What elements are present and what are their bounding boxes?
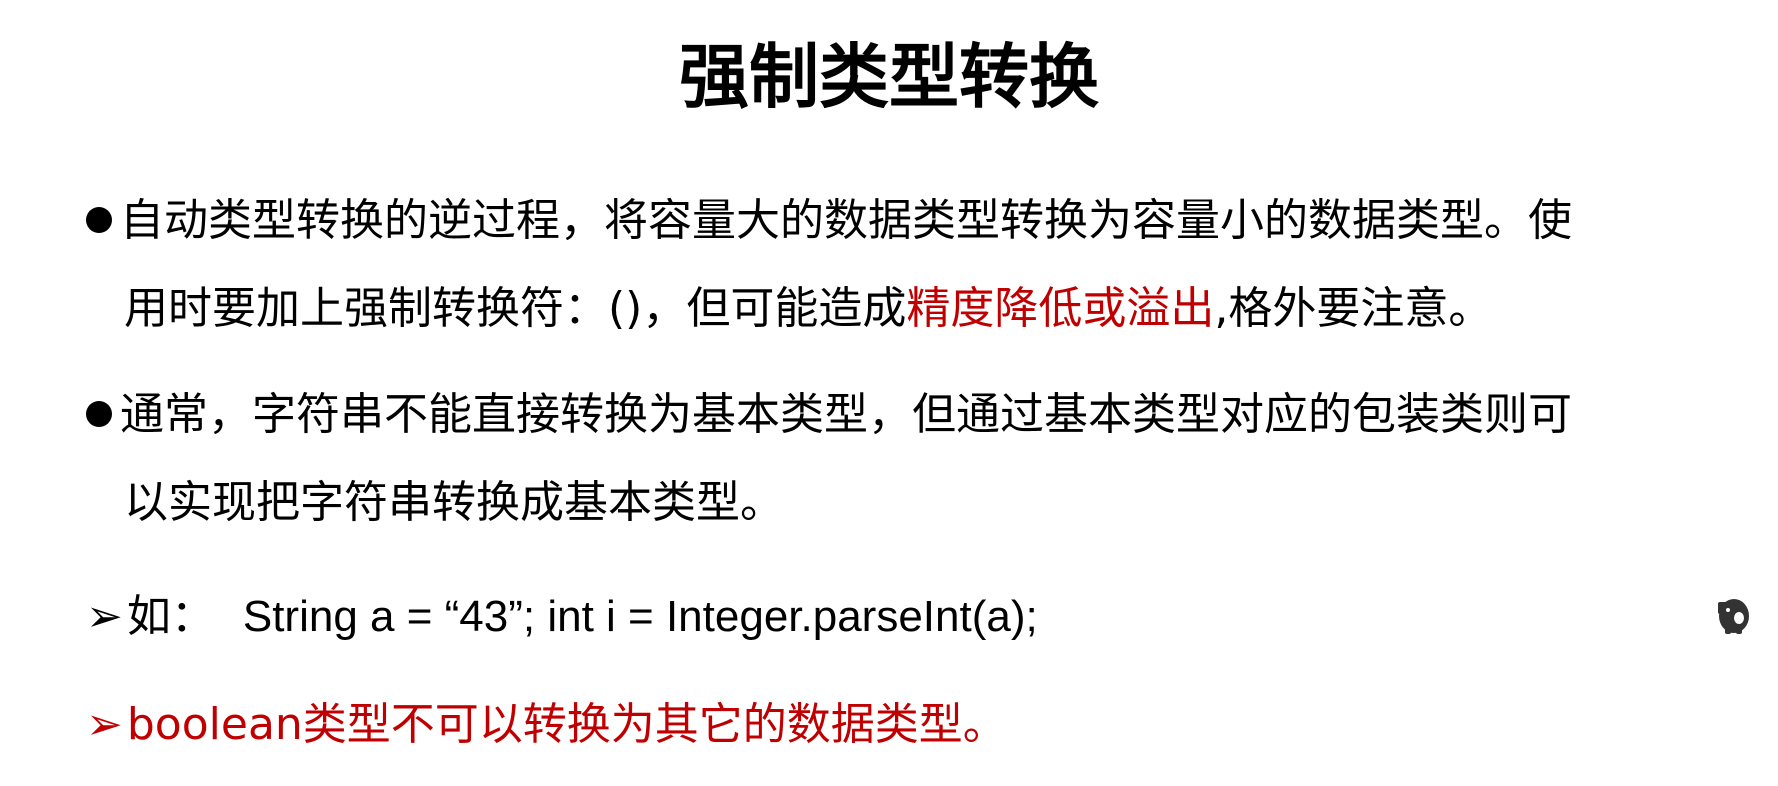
example-code: String a = “43”; int i = Integer.parseIn… (242, 592, 1038, 641)
bullet-dot-icon (86, 207, 112, 233)
example-line: ➢如： String a = “43”; int i = Integer.par… (86, 592, 1038, 642)
bullet-1-line-1: 自动类型转换的逆过程，将容量大的数据类型转换为容量小的数据类型。使 (120, 195, 1572, 246)
elephant-icon[interactable] (1712, 596, 1752, 636)
bullet-2-line-2: 以实现把字符串转换成基本类型。 (124, 477, 784, 528)
note-text: boolean类型不可以转换为其它的数据类型。 (126, 699, 1007, 750)
arrow-bullet-icon: ➢ (86, 699, 123, 750)
bullet-1-highlight: 精度降低或溢出 (906, 283, 1215, 334)
bullet-item-1: 自动类型转换的逆过程，将容量大的数据类型转换为容量小的数据类型。使 用时要加上强… (86, 196, 1572, 372)
bullet-item-2: 通常，字符串不能直接转换为基本类型，但通过基本类型对应的包装类则可 以实现把字符… (86, 390, 1572, 566)
bullet-1-line-2-pre: 用时要加上强制转换符：()，但可能造成 (124, 283, 907, 334)
example-prefix: 如： (126, 591, 215, 642)
bullet-dot-icon (86, 401, 112, 427)
bullet-2-line-1: 通常，字符串不能直接转换为基本类型，但通过基本类型对应的包装类则可 (120, 389, 1572, 440)
slide-title: 强制类型转换 (679, 35, 1099, 118)
note-line: ➢boolean类型不可以转换为其它的数据类型。 (86, 700, 1007, 750)
bullet-1-line-2-post: ,格外要注意。 (1214, 283, 1493, 334)
arrow-bullet-icon: ➢ (86, 591, 123, 642)
